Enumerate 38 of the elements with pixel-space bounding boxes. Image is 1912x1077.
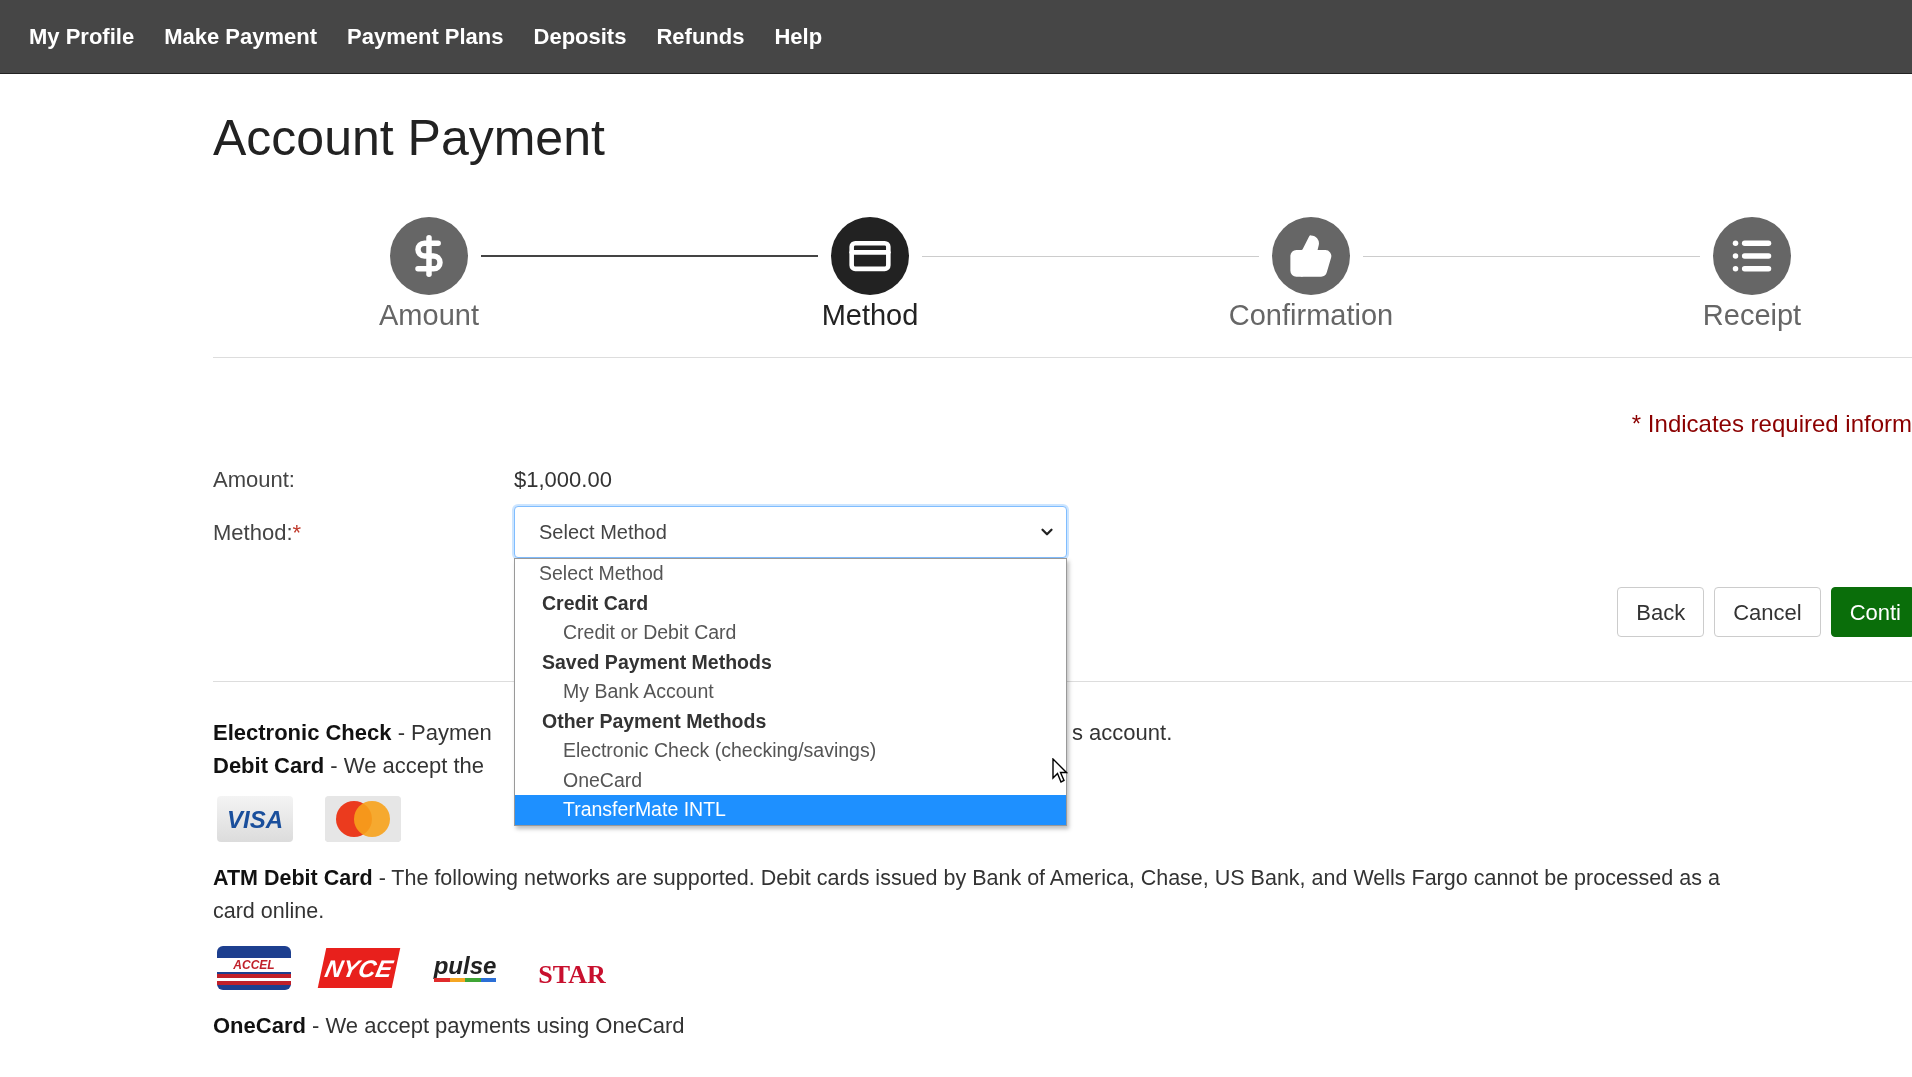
electronic-check-text: Electronic Check - Paymen <box>213 719 493 747</box>
nav-link[interactable]: Payment Plans <box>347 20 504 53</box>
accel-logo: ACCEL <box>217 946 291 990</box>
nyce-logo: NYCE <box>317 948 401 988</box>
action-button[interactable]: Back <box>1617 587 1705 637</box>
method-label: Method:* <box>213 518 303 547</box>
star-logo: STAR <box>537 959 607 990</box>
dropdown-option[interactable]: Credit or Debit Card <box>515 618 1066 648</box>
nav-link[interactable]: Refunds <box>656 20 745 53</box>
dropdown-option[interactable]: Select Method <box>515 559 1066 589</box>
step-label: Confirmation <box>1228 298 1394 333</box>
atm-debit-card-text: ATM Debit Card - The following networks are supported. Debit cards issued by Bank of America, Chase, US Bank, and Wells Fargo cannot be processed as a <box>213 866 1720 890</box>
step-label: Amount <box>379 298 479 333</box>
visa-logo: VISA <box>217 796 293 842</box>
nav-link[interactable]: My Profile <box>29 20 135 53</box>
thumbs-up-icon <box>1289 234 1333 278</box>
dropdown-option[interactable]: My Bank Account <box>515 677 1066 707</box>
onecard-text: OneCard - We accept payments using OneCard <box>213 1013 685 1038</box>
dropdown-option[interactable]: Electronic Check (checking/savings) <box>515 736 1066 766</box>
action-button[interactable]: Conti <box>1830 587 1912 637</box>
amount-label: Amount: <box>213 465 296 494</box>
nav-link[interactable]: Make Payment <box>164 20 317 53</box>
nav-link[interactable]: Deposits <box>533 20 627 53</box>
step-label: Receipt <box>1702 298 1802 333</box>
nav-link[interactable]: Help <box>774 20 823 53</box>
option-group-label: Credit Card <box>541 590 650 616</box>
pulse-logo: pulse <box>427 946 503 990</box>
debit-card-text: Debit Card - We accept the <box>213 752 485 780</box>
step-label: Method <box>821 298 919 333</box>
required-note: * Indicates required inform <box>1631 409 1912 439</box>
option-group-label: Saved Payment Methods <box>541 649 773 675</box>
amount-value: $1,000.00 <box>514 465 612 494</box>
page-title: Account Payment <box>213 109 605 168</box>
action-button[interactable]: Cancel <box>1714 587 1821 637</box>
option-group-label: Other Payment Methods <box>541 708 768 734</box>
atm-debit-card-text: card online. <box>213 899 325 923</box>
method-select[interactable]: Select Method <box>514 506 1067 558</box>
electronic-check-text: s account. <box>1072 719 1173 747</box>
